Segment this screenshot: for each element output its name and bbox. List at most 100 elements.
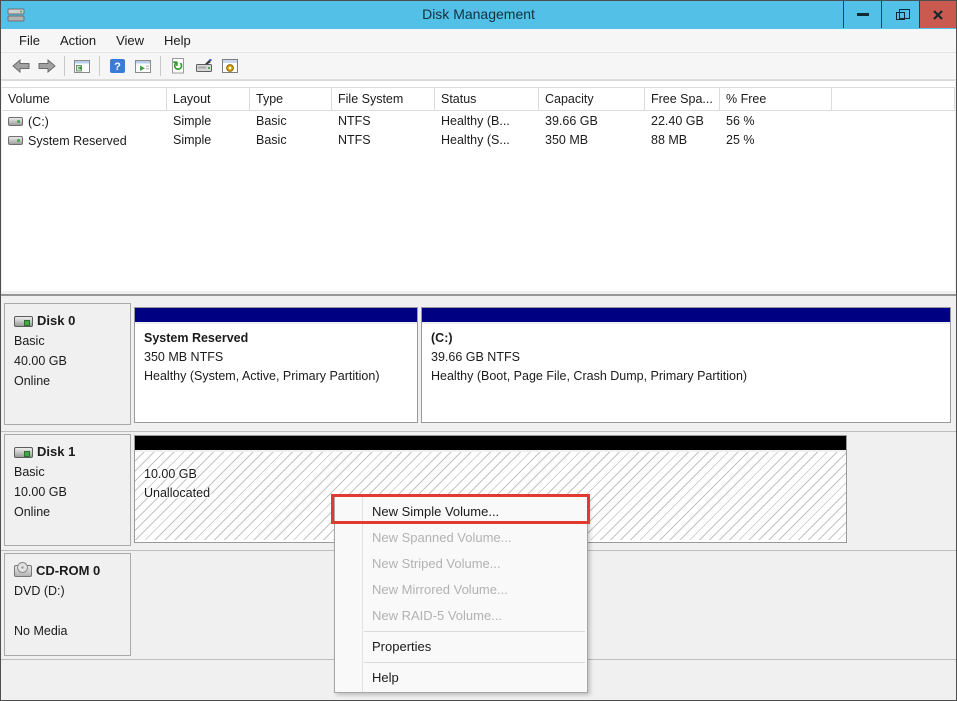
cell-capacity: 39.66 GB — [539, 112, 645, 131]
volume-icon — [8, 136, 23, 145]
cdrom-name: CD-ROM 0 — [36, 561, 100, 581]
disk0-label-panel[interactable]: Disk 0 Basic 40.00 GB Online — [4, 303, 131, 425]
menu-item-new-spanned-volume: New Spanned Volume... — [335, 525, 587, 551]
cell-layout: Simple — [167, 131, 250, 150]
close-icon — [932, 9, 944, 21]
minimize-button[interactable] — [843, 1, 881, 28]
menu-view[interactable]: View — [106, 29, 154, 52]
cell-percent-free: 25 % — [720, 131, 832, 150]
column-header-percent-free[interactable]: % Free — [720, 88, 832, 110]
disk-properties-icon[interactable] — [217, 55, 243, 78]
restore-button[interactable] — [881, 1, 919, 28]
cell-layout: Simple — [167, 112, 250, 131]
column-header-status[interactable]: Status — [435, 88, 539, 110]
cdrom-media-status: No Media — [14, 621, 128, 641]
menu-separator — [364, 631, 585, 632]
cell-percent-free: 56 % — [720, 112, 832, 131]
disk-size: 10.00 GB — [14, 482, 128, 502]
column-header-layout[interactable]: Layout — [167, 88, 250, 110]
menu-item-new-mirrored-volume: New Mirrored Volume... — [335, 577, 587, 603]
row-separator — [1, 431, 956, 432]
cell-type: Basic — [250, 112, 332, 131]
unallocated-size: 10.00 GB — [144, 465, 837, 484]
cell-status: Healthy (S... — [435, 131, 539, 150]
column-header-volume[interactable]: Volume — [2, 88, 167, 110]
disk-management-window: Disk Management File Action View Help ? — [0, 0, 957, 701]
rescan-disks-icon[interactable] — [191, 55, 217, 78]
cell-free-space: 88 MB — [645, 131, 720, 150]
help-icon[interactable]: ? — [104, 55, 130, 78]
disk-name: Disk 1 — [37, 442, 75, 462]
disk-kind: Basic — [14, 462, 128, 482]
toolbar-separator — [99, 56, 100, 76]
volume-name: System Reserved — [28, 134, 127, 148]
disk-status: Online — [14, 502, 128, 522]
cell-capacity: 350 MB — [539, 131, 645, 150]
column-header-file-system[interactable]: File System — [332, 88, 435, 110]
partition-color-strip — [422, 308, 950, 324]
table-row-system-reserved[interactable]: System Reserved Simple Basic NTFS Health… — [2, 131, 955, 150]
partition-health: Healthy (System, Active, Primary Partiti… — [144, 367, 408, 386]
partition-size: 350 MB NTFS — [144, 348, 408, 367]
partition-c-drive[interactable]: (C:) 39.66 GB NTFS Healthy (Boot, Page F… — [421, 307, 951, 423]
partition-name: (C:) — [431, 329, 941, 348]
forward-icon[interactable] — [34, 55, 60, 78]
column-header-filler — [832, 88, 955, 110]
cdrom-drive-letter: DVD (D:) — [14, 581, 128, 601]
title-bar[interactable]: Disk Management — [1, 1, 956, 29]
disk-icon — [14, 316, 33, 327]
menu-file[interactable]: File — [9, 29, 50, 52]
back-icon[interactable] — [8, 55, 34, 78]
menu-item-new-striped-volume: New Striped Volume... — [335, 551, 587, 577]
disk-name: Disk 0 — [37, 311, 75, 331]
volume-table-header: Volume Layout Type File System Status Ca… — [2, 87, 955, 111]
menu-item-help[interactable]: Help — [335, 665, 587, 691]
menu-item-properties[interactable]: Properties — [335, 634, 587, 660]
volume-name: (C:) — [28, 115, 49, 129]
disk1-label-panel[interactable]: Disk 1 Basic 10.00 GB Online — [4, 434, 131, 546]
svg-text:?: ? — [114, 61, 121, 73]
close-button[interactable] — [919, 1, 956, 28]
table-row-c-drive[interactable]: (C:) Simple Basic NTFS Healthy (B... 39.… — [2, 112, 955, 131]
volume-list-pane: Volume Layout Type File System Status Ca… — [2, 80, 955, 291]
cell-status: Healthy (B... — [435, 112, 539, 131]
menu-item-new-raid5-volume: New RAID-5 Volume... — [335, 603, 587, 629]
action-pane-icon[interactable] — [130, 55, 156, 78]
disk-icon — [14, 447, 33, 458]
toolbar-separator — [64, 56, 65, 76]
cell-file-system: NTFS — [332, 131, 435, 150]
volume-icon — [8, 117, 23, 126]
unallocated-color-strip — [135, 436, 846, 452]
refresh-icon[interactable]: ↻ — [165, 55, 191, 78]
menu-bar: File Action View Help — [1, 29, 956, 53]
partition-color-strip — [135, 308, 417, 324]
column-header-capacity[interactable]: Capacity — [539, 88, 645, 110]
cell-free-space: 22.40 GB — [645, 112, 720, 131]
disk-status: Online — [14, 371, 128, 391]
cell-type: Basic — [250, 131, 332, 150]
partition-size: 39.66 GB NTFS — [431, 348, 941, 367]
svg-text:↻: ↻ — [173, 59, 184, 74]
disk-kind: Basic — [14, 331, 128, 351]
menu-separator — [364, 662, 585, 663]
console-tree-icon[interactable] — [69, 55, 95, 78]
menu-help[interactable]: Help — [154, 29, 201, 52]
disk-size: 40.00 GB — [14, 351, 128, 371]
cell-file-system: NTFS — [332, 112, 435, 131]
context-menu: New Simple Volume... New Spanned Volume.… — [334, 496, 588, 693]
partition-name: System Reserved — [144, 329, 408, 348]
window-title: Disk Management — [1, 6, 956, 22]
partition-system-reserved[interactable]: System Reserved 350 MB NTFS Healthy (Sys… — [134, 307, 418, 423]
partition-health: Healthy (Boot, Page File, Crash Dump, Pr… — [431, 367, 941, 386]
column-header-free-space[interactable]: Free Spa... — [645, 88, 720, 110]
cdrom-label-panel[interactable]: CD-ROM 0 DVD (D:) No Media — [4, 553, 131, 656]
column-header-type[interactable]: Type — [250, 88, 332, 110]
toolbar-separator — [160, 56, 161, 76]
menu-item-new-simple-volume[interactable]: New Simple Volume... — [335, 499, 587, 525]
toolbar: ? ↻ — [1, 53, 956, 80]
menu-action[interactable]: Action — [50, 29, 106, 52]
cdrom-icon — [14, 565, 32, 577]
restore-icon — [896, 12, 905, 20]
window-controls — [843, 1, 956, 28]
minimize-icon — [857, 13, 869, 16]
